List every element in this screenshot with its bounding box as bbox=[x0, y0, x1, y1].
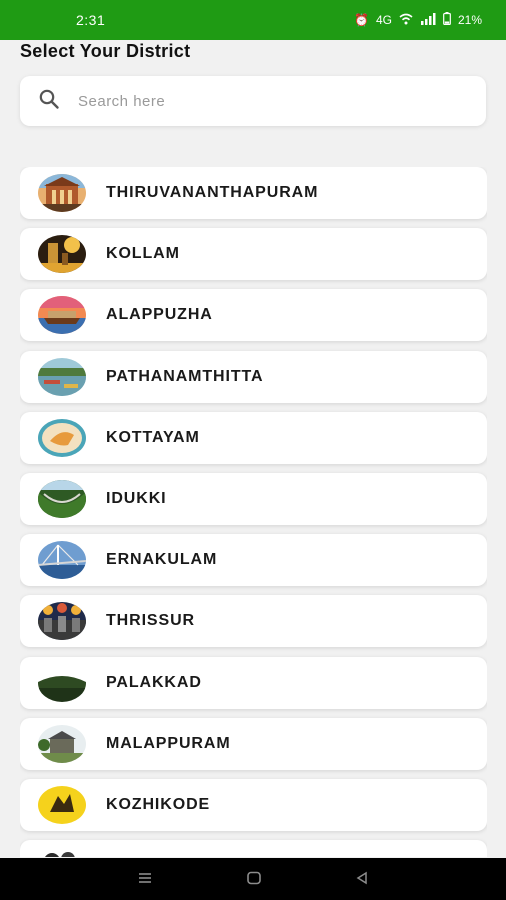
fort-icon bbox=[38, 663, 86, 702]
district-label: KOLLAM bbox=[106, 245, 180, 263]
district-item-partial[interactable] bbox=[20, 840, 487, 857]
search-icon bbox=[38, 88, 60, 115]
district-item-pathanamthitta[interactable]: PATHANAMTHITTA bbox=[20, 350, 487, 403]
status-bar: 2:31 ⏰ 4G 21% bbox=[0, 0, 506, 40]
back-icon[interactable] bbox=[355, 869, 369, 890]
district-item-ernakulam[interactable]: ERNAKULAM bbox=[20, 534, 487, 587]
dam-icon bbox=[38, 479, 86, 518]
district-label: PALAKKAD bbox=[106, 673, 202, 691]
recent-apps-icon[interactable] bbox=[137, 869, 153, 890]
district-item-idukki[interactable]: IDUKKI bbox=[20, 472, 487, 525]
district-label: ALAPPUZHA bbox=[106, 306, 213, 324]
district-label: THRISSUR bbox=[106, 612, 195, 630]
system-nav-bar bbox=[0, 858, 506, 900]
district-item-palakkad[interactable]: PALAKKAD bbox=[20, 656, 487, 709]
emblem-icon bbox=[38, 418, 86, 457]
monument-icon bbox=[38, 724, 86, 763]
district-label: PATHANAMTHITTA bbox=[106, 367, 264, 385]
status-icons: ⏰ 4G 21% bbox=[354, 12, 482, 28]
district-item-kottayam[interactable]: KOTTAYAM bbox=[20, 411, 487, 464]
festival-icon bbox=[38, 602, 86, 641]
signal-icon bbox=[420, 12, 436, 28]
search-input[interactable] bbox=[78, 92, 458, 110]
river-icon bbox=[38, 357, 86, 396]
search-box[interactable] bbox=[20, 76, 486, 126]
district-item-alappuzha[interactable]: ALAPPUZHA bbox=[20, 289, 487, 342]
home-icon[interactable] bbox=[246, 869, 262, 890]
district-label: THIRUVANANTHAPURAM bbox=[106, 184, 319, 201]
bridge-icon bbox=[38, 541, 86, 580]
network-type: 4G bbox=[375, 13, 392, 27]
district-label: MALAPPURAM bbox=[106, 734, 231, 752]
district-item-thrissur[interactable]: THRISSUR bbox=[20, 595, 487, 648]
district-label: ERNAKULAM bbox=[106, 551, 218, 569]
district-label: KOZHIKODE bbox=[106, 795, 211, 813]
houseboat-icon bbox=[38, 296, 86, 335]
district-list: THIRUVANANTHAPURAM KOLLAM ALAPPUZHA PATH… bbox=[20, 167, 487, 857]
district-label: KOTTAYAM bbox=[106, 428, 200, 446]
yellow-emblem-icon bbox=[38, 785, 86, 824]
page-title: Select Your District bbox=[20, 41, 191, 61]
district-item-thiruvananthapuram[interactable]: THIRUVANANTHAPURAM bbox=[20, 167, 487, 219]
battery-icon bbox=[443, 12, 451, 28]
status-time: 2:31 bbox=[76, 12, 106, 28]
district-item-kozhikode[interactable]: KOZHIKODE bbox=[20, 778, 487, 831]
district-label: IDUKKI bbox=[106, 489, 167, 507]
district-item-kollam[interactable]: KOLLAM bbox=[20, 228, 487, 281]
alarm-icon: ⏰ bbox=[354, 13, 369, 27]
battery-level: 21% bbox=[457, 13, 482, 27]
building-icon bbox=[38, 174, 86, 212]
lighthouse-night-icon bbox=[38, 235, 86, 274]
district-item-malappuram[interactable]: MALAPPURAM bbox=[20, 717, 487, 770]
partial-thumb-icon bbox=[38, 847, 86, 857]
wifi-icon bbox=[399, 13, 413, 28]
